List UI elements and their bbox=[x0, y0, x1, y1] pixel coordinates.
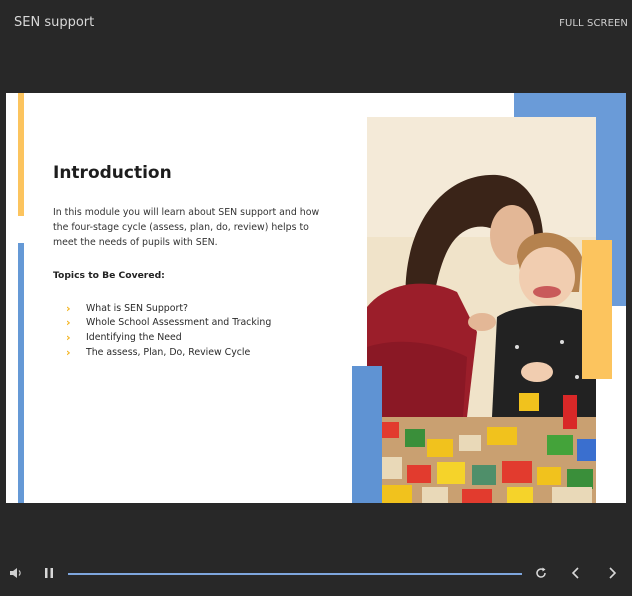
chevron-right-icon: › bbox=[66, 345, 71, 359]
top-bar: SEN support FULL SCREEN bbox=[0, 0, 632, 44]
chevron-right-icon: › bbox=[66, 301, 71, 315]
app-title: SEN support bbox=[14, 15, 95, 30]
chevron-right-icon bbox=[609, 567, 617, 579]
topic-label: Whole School Assessment and Tracking bbox=[86, 317, 272, 329]
chevron-left-icon bbox=[571, 567, 579, 579]
slide-description: In this module you will learn about SEN … bbox=[53, 207, 320, 248]
chevron-right-icon: › bbox=[66, 330, 71, 344]
list-item: › Identifying the Need bbox=[66, 330, 271, 345]
accent-block-blue-bottom bbox=[352, 366, 382, 503]
slide-photo bbox=[367, 117, 596, 503]
fullscreen-button[interactable]: FULL SCREEN bbox=[559, 18, 628, 29]
replay-icon bbox=[536, 567, 546, 578]
topics-list: › What is SEN Support? › Whole School As… bbox=[66, 301, 271, 359]
volume-icon bbox=[10, 568, 21, 578]
topics-heading: Topics to Be Covered: bbox=[53, 270, 165, 281]
list-item: › What is SEN Support? bbox=[66, 301, 271, 316]
accent-bar-yellow-right bbox=[582, 240, 612, 379]
list-item: › The assess, Plan, Do, Review Cycle bbox=[66, 345, 271, 360]
previous-slide-button[interactable] bbox=[568, 565, 584, 581]
volume-button[interactable] bbox=[8, 565, 24, 581]
topic-label: What is SEN Support? bbox=[86, 302, 188, 314]
accent-bar-yellow-left bbox=[18, 93, 24, 216]
replay-button[interactable] bbox=[533, 565, 549, 581]
slide: Introduction In this module you will lea… bbox=[6, 93, 626, 503]
pause-button[interactable] bbox=[41, 565, 57, 581]
player-controls bbox=[0, 560, 632, 590]
next-slide-button[interactable] bbox=[604, 565, 620, 581]
topic-label: Identifying the Need bbox=[86, 331, 182, 343]
progress-bar[interactable] bbox=[68, 573, 522, 575]
chevron-right-icon: › bbox=[66, 316, 71, 330]
pause-icon bbox=[45, 568, 53, 578]
list-item: › Whole School Assessment and Tracking bbox=[66, 316, 271, 331]
slide-title: Introduction bbox=[53, 163, 172, 183]
progress-fill bbox=[68, 573, 522, 575]
accent-bar-blue-left bbox=[18, 243, 24, 503]
topic-label: The assess, Plan, Do, Review Cycle bbox=[86, 346, 251, 358]
